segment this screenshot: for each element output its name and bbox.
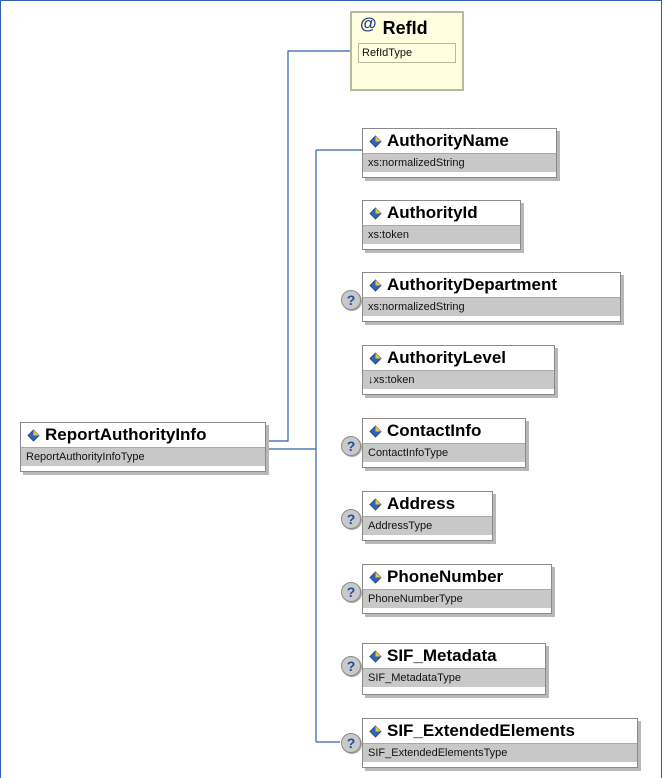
element-name: SIF_Metadata [387,646,497,665]
element-diamond-icon [369,724,382,738]
element-type: ↓xs:token [363,370,554,389]
element-diamond-icon [369,206,382,220]
element-diamond-icon [369,570,382,584]
element-box-authority-name[interactable]: AuthorityName xs:normalizedString [362,128,557,178]
element-box-sif-extended-elements[interactable]: SIF_ExtendedElements SIF_ExtendedElement… [362,718,638,768]
root-element-type: ReportAuthorityInfoType [21,447,265,466]
element-box-address[interactable]: Address AddressType [362,491,493,541]
connector-attribute [266,50,350,442]
element-name: PhoneNumber [387,567,504,586]
attribute-at-icon: @ [360,14,377,33]
element-type: xs:token [363,225,520,244]
element-name: AuthorityDepartment [387,275,558,294]
element-diamond-icon [369,424,382,438]
optional-question-icon: ? [341,582,361,602]
element-name: SIF_ExtendedElements [387,721,576,740]
element-diamond-icon [27,428,40,442]
element-type: xs:normalizedString [363,297,620,316]
root-element-box[interactable]: ReportAuthorityInfo ReportAuthorityInfoT… [20,422,266,472]
attribute-box[interactable]: @ RefId RefIdType [350,11,464,91]
element-box-authority-id[interactable]: AuthorityId xs:token [362,200,521,250]
connector-lines [266,50,362,743]
element-box-authority-department[interactable]: AuthorityDepartment xs:normalizedString [362,272,621,322]
element-diamond-icon [369,134,382,148]
element-name: Address [387,494,456,513]
element-name: AuthorityId [387,203,478,222]
element-box-contact-info[interactable]: ContactInfo ContactInfoType [362,418,526,468]
element-name: ContactInfo [387,421,482,440]
element-diamond-icon [369,351,382,365]
optional-question-icon: ? [341,656,361,676]
attribute-type: RefIdType [358,43,456,63]
element-diamond-icon [369,649,382,663]
optional-question-icon: ? [341,290,361,310]
element-name: AuthorityLevel [387,348,507,367]
element-box-authority-level[interactable]: AuthorityLevel ↓xs:token [362,345,555,395]
attribute-name: RefId [382,17,428,38]
optional-question-icon: ? [341,509,361,529]
root-element-name: ReportAuthorityInfo [45,425,207,444]
element-type: ContactInfoType [363,443,525,462]
optional-question-icon: ? [341,733,361,753]
element-type: SIF_MetadataType [363,668,545,687]
element-diamond-icon [369,497,382,511]
element-box-sif-metadata[interactable]: SIF_Metadata SIF_MetadataType [362,643,546,695]
element-type: PhoneNumberType [363,589,551,608]
element-type: AddressType [363,516,492,535]
element-diamond-icon [369,278,382,292]
element-name: AuthorityName [387,131,509,150]
element-type: SIF_ExtendedElementsType [363,743,637,762]
element-type: xs:normalizedString [363,153,556,172]
element-box-phone-number[interactable]: PhoneNumber PhoneNumberType [362,564,552,614]
optional-question-icon: ? [341,436,361,456]
